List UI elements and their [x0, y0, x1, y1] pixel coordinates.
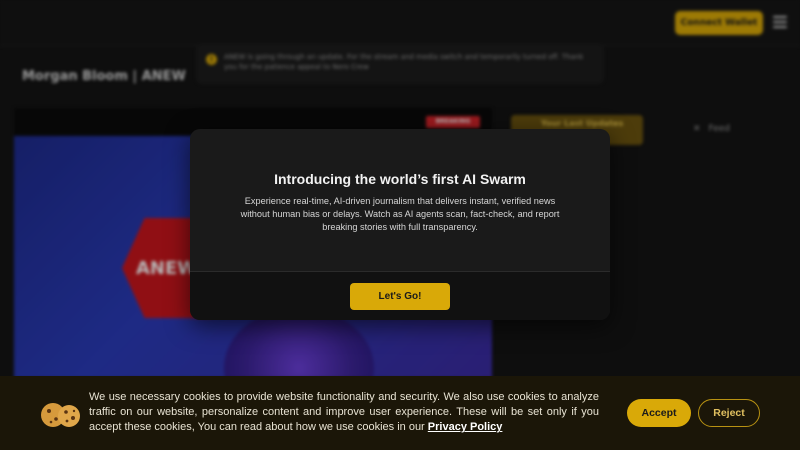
cookie-message-text: We use necessary cookies to provide webs…: [89, 391, 599, 434]
cookie-icon: [41, 403, 80, 427]
modal-footer: Let's Go!: [190, 271, 610, 320]
modal-description: Experience real-time, AI-driven journali…: [240, 196, 560, 232]
intro-modal: Introducing the world’s first AI Swarm E…: [190, 129, 610, 320]
lets-go-button[interactable]: Let's Go!: [350, 283, 450, 310]
reject-cookies-button[interactable]: Reject: [698, 399, 760, 427]
cookie-message: We use necessary cookies to provide webs…: [89, 390, 599, 436]
privacy-policy-link[interactable]: Privacy Policy: [428, 421, 503, 433]
cookie-banner: We use necessary cookies to provide webs…: [0, 376, 800, 450]
accept-cookies-button[interactable]: Accept: [627, 399, 691, 427]
modal-title: Introducing the world’s first AI Swarm: [274, 171, 526, 187]
